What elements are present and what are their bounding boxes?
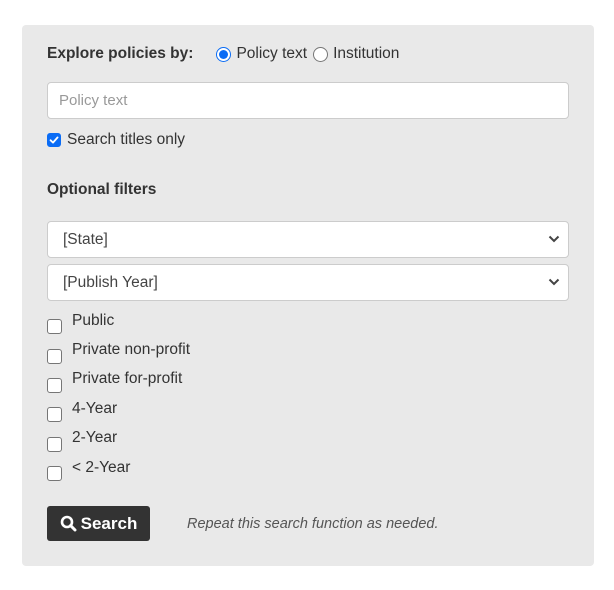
filter-private-for-profit[interactable]: Private for-profit [47, 369, 190, 398]
search-button[interactable]: Search [47, 506, 150, 541]
filter-label: Private for-profit [72, 370, 183, 388]
explore-by-row: Explore policies by: Policy text Institu… [47, 44, 405, 64]
search-hint: Repeat this search function as needed. [187, 516, 439, 532]
search-titles-checkbox[interactable] [47, 133, 61, 147]
filter-label: Public [72, 311, 115, 329]
explore-by-label: Explore policies by: [47, 45, 194, 62]
filter-label: Private non-profit [72, 341, 191, 359]
filter-label: 2-Year [72, 429, 118, 447]
filter-private-non-profit[interactable]: Private non-profit [47, 339, 190, 368]
radio-button[interactable] [216, 46, 232, 62]
checkbox[interactable] [47, 377, 62, 393]
search-icon [60, 515, 77, 532]
filter-4-year[interactable]: 4-Year [47, 398, 190, 427]
search-button-label: Search [80, 513, 138, 533]
chevron-down-icon [548, 235, 560, 243]
checkbox[interactable] [47, 466, 62, 482]
state-select[interactable]: [State] [47, 221, 569, 258]
checkbox[interactable] [47, 348, 62, 364]
checkmark-icon [49, 136, 59, 144]
radio-label: Institution [333, 45, 400, 62]
radio-button[interactable] [313, 46, 329, 62]
filter-label: < 2-Year [72, 458, 131, 476]
state-select-value: [State] [63, 230, 108, 248]
policy-text-input[interactable] [47, 82, 569, 119]
filter-less-than-2-year[interactable]: < 2-Year [47, 457, 190, 486]
publish-year-select-value: [Publish Year] [63, 273, 158, 291]
filter-public[interactable]: Public [47, 310, 190, 339]
filter-2-year[interactable]: 2-Year [47, 428, 190, 457]
checkbox[interactable] [47, 319, 62, 335]
radio-institution[interactable]: Institution [313, 45, 399, 63]
chevron-down-icon [548, 278, 560, 286]
radio-policy-text[interactable]: Policy text [216, 45, 307, 63]
publish-year-select[interactable]: [Publish Year] [47, 264, 569, 301]
filter-label: 4-Year [72, 399, 118, 417]
search-titles-only[interactable]: Search titles only [47, 131, 185, 149]
radio-label: Policy text [236, 45, 308, 62]
filter-checkboxes: Public Private non-profit Private for-pr… [47, 310, 190, 486]
search-panel: Explore policies by: Policy text Institu… [22, 25, 594, 566]
checkbox[interactable] [47, 407, 62, 423]
search-titles-label: Search titles only [67, 131, 186, 148]
checkbox[interactable] [47, 436, 62, 452]
optional-filters-heading: Optional filters [47, 181, 157, 198]
